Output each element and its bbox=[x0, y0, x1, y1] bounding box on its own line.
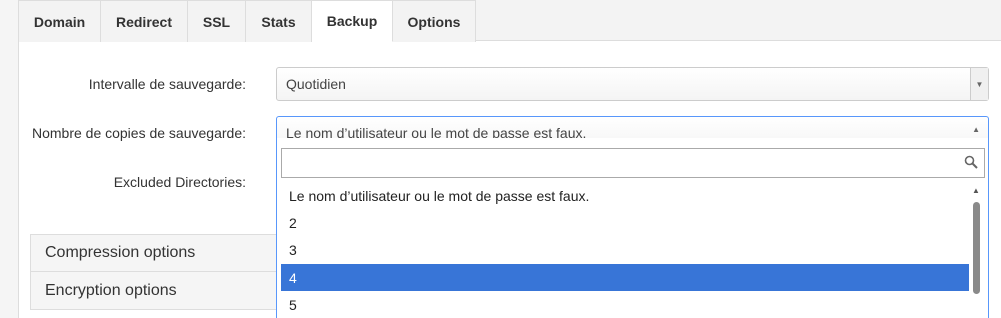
scroll-up-icon[interactable]: ▲ bbox=[972, 186, 980, 195]
option-item-highlighted[interactable]: 4 bbox=[281, 264, 969, 291]
interval-select[interactable]: Quotidien ▼ bbox=[276, 67, 989, 101]
interval-value: Quotidien bbox=[286, 76, 346, 92]
dropdown-search-input[interactable] bbox=[286, 149, 960, 177]
dropdown-scrollbar[interactable]: ▲ bbox=[970, 186, 983, 318]
interval-label: Intervalle de sauvegarde: bbox=[88, 76, 246, 92]
accordion-compression[interactable]: Compression options bbox=[30, 234, 290, 272]
accordion-encryption[interactable]: Encryption options bbox=[30, 272, 290, 310]
option-item[interactable]: 5 bbox=[281, 291, 969, 318]
arrow-up-icon[interactable]: ▲ bbox=[972, 125, 980, 134]
option-item[interactable]: Le nom d’utilisateur ou le mot de passe … bbox=[281, 182, 969, 209]
tab-options[interactable]: Options bbox=[393, 0, 476, 42]
tab-ssl[interactable]: SSL bbox=[188, 0, 246, 42]
scroll-thumb[interactable] bbox=[973, 202, 980, 294]
tab-stats[interactable]: Stats bbox=[246, 0, 312, 42]
tab-redirect[interactable]: Redirect bbox=[101, 0, 188, 42]
copies-dropdown: Le nom d’utilisateur ou le mot de passe … bbox=[276, 138, 989, 318]
tab-domain[interactable]: Domain bbox=[19, 0, 101, 42]
search-icon bbox=[964, 155, 978, 169]
excluded-label: Excluded Directories: bbox=[113, 174, 246, 190]
option-item[interactable]: 2 bbox=[281, 209, 969, 236]
copies-label: Nombre de copies de sauvegarde: bbox=[31, 125, 246, 141]
option-item[interactable]: 3 bbox=[281, 236, 969, 263]
tab-backup[interactable]: Backup bbox=[312, 0, 393, 42]
dropdown-search[interactable] bbox=[281, 148, 985, 178]
arrow-down-icon[interactable]: ▼ bbox=[970, 68, 988, 100]
